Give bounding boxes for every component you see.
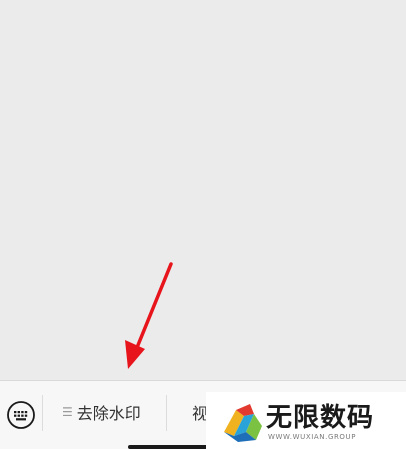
chat-area [0,0,406,380]
app-screen: ☰ 去除水印 视 无限数码 WWW.WUXIAN.GROUP [0,0,406,449]
watermark-brand-text: 无限数码 [266,403,375,433]
menu-divider [42,395,43,431]
keyboard-icon [7,401,35,429]
keyboard-toggle-button[interactable] [0,381,42,449]
menu-lines-icon: ☰ [62,405,73,419]
watermark-url: WWW.WUXIAN.GROUP [268,433,357,441]
watermark: 无限数码 WWW.WUXIAN.GROUP [206,392,406,449]
menu-item-remove-watermark[interactable]: ☰ 去除水印 [62,381,141,443]
scroll-indicator [128,445,218,449]
menu-item-label: 去除水印 [76,404,141,423]
brand-logo-icon [224,404,262,442]
menu-divider [166,395,167,431]
